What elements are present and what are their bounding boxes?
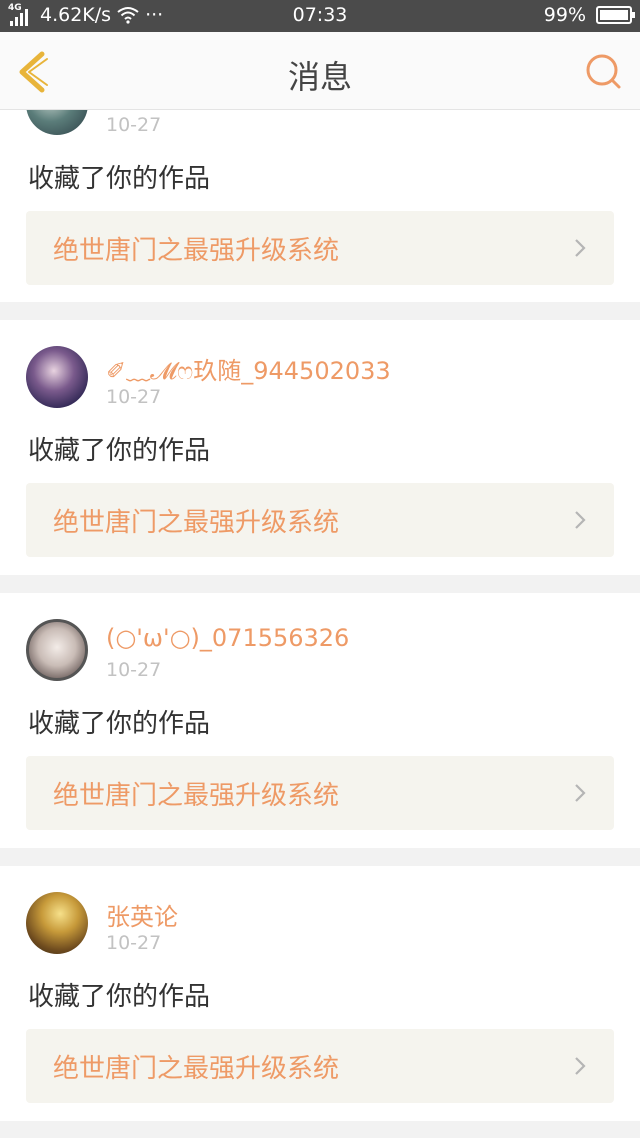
user-name[interactable]: ✐﹏𝓜ෆ玖随_944502033 bbox=[106, 351, 391, 386]
page-title: 消息 bbox=[287, 58, 352, 96]
work-link[interactable]: 绝世唐门之最强升级系统 bbox=[26, 211, 614, 285]
work-title: 绝世唐门之最强升级系统 bbox=[53, 508, 340, 538]
work-title: 绝世唐门之最强升级系统 bbox=[53, 236, 340, 266]
message-action: 收藏了你的作品 bbox=[28, 164, 211, 194]
message-action: 收藏了你的作品 bbox=[28, 709, 211, 739]
message-card: 张英论 10-27 收藏了你的作品 绝世唐门之最强升级系统 bbox=[0, 866, 640, 1121]
battery-percent: 99% bbox=[543, 4, 586, 26]
message-date: 10-27 bbox=[106, 386, 162, 408]
message-date: 10-27 bbox=[106, 659, 162, 681]
nav-bar: 消息 bbox=[0, 32, 640, 110]
work-link[interactable]: 绝世唐门之最强升级系统 bbox=[26, 756, 614, 830]
status-bar: 4G 4.62K/s ··· 07:33 99% bbox=[0, 0, 640, 32]
battery-icon bbox=[596, 6, 635, 24]
chevron-right-icon bbox=[575, 511, 586, 529]
avatar[interactable] bbox=[26, 346, 88, 408]
message-list: 10-27 收藏了你的作品 绝世唐门之最强升级系统 ✐﹏𝓜ෆ玖随_9445020… bbox=[0, 0, 640, 1138]
user-name[interactable]: 张英论 bbox=[106, 897, 178, 932]
chevron-right-icon bbox=[575, 239, 586, 257]
chevron-right-icon bbox=[575, 784, 586, 802]
work-title: 绝世唐门之最强升级系统 bbox=[53, 1054, 340, 1084]
message-action: 收藏了你的作品 bbox=[28, 436, 211, 466]
chevron-right-icon bbox=[575, 1057, 586, 1075]
message-card: ✐﹏𝓜ෆ玖随_944502033 10-27 收藏了你的作品 绝世唐门之最强升级… bbox=[0, 320, 640, 575]
work-link[interactable]: 绝世唐门之最强升级系统 bbox=[26, 1029, 614, 1103]
work-link[interactable]: 绝世唐门之最强升级系统 bbox=[26, 483, 614, 557]
message-action: 收藏了你的作品 bbox=[28, 982, 211, 1012]
work-title: 绝世唐门之最强升级系统 bbox=[53, 781, 340, 811]
message-date: 10-27 bbox=[106, 932, 162, 954]
message-date: 10-27 bbox=[106, 114, 162, 136]
user-name[interactable]: (○'ω'○)_071556326 bbox=[106, 624, 349, 652]
message-card: (○'ω'○)_071556326 10-27 收藏了你的作品 绝世唐门之最强升… bbox=[0, 593, 640, 848]
search-icon[interactable] bbox=[584, 52, 624, 92]
avatar[interactable] bbox=[26, 892, 88, 954]
avatar[interactable] bbox=[26, 619, 88, 681]
